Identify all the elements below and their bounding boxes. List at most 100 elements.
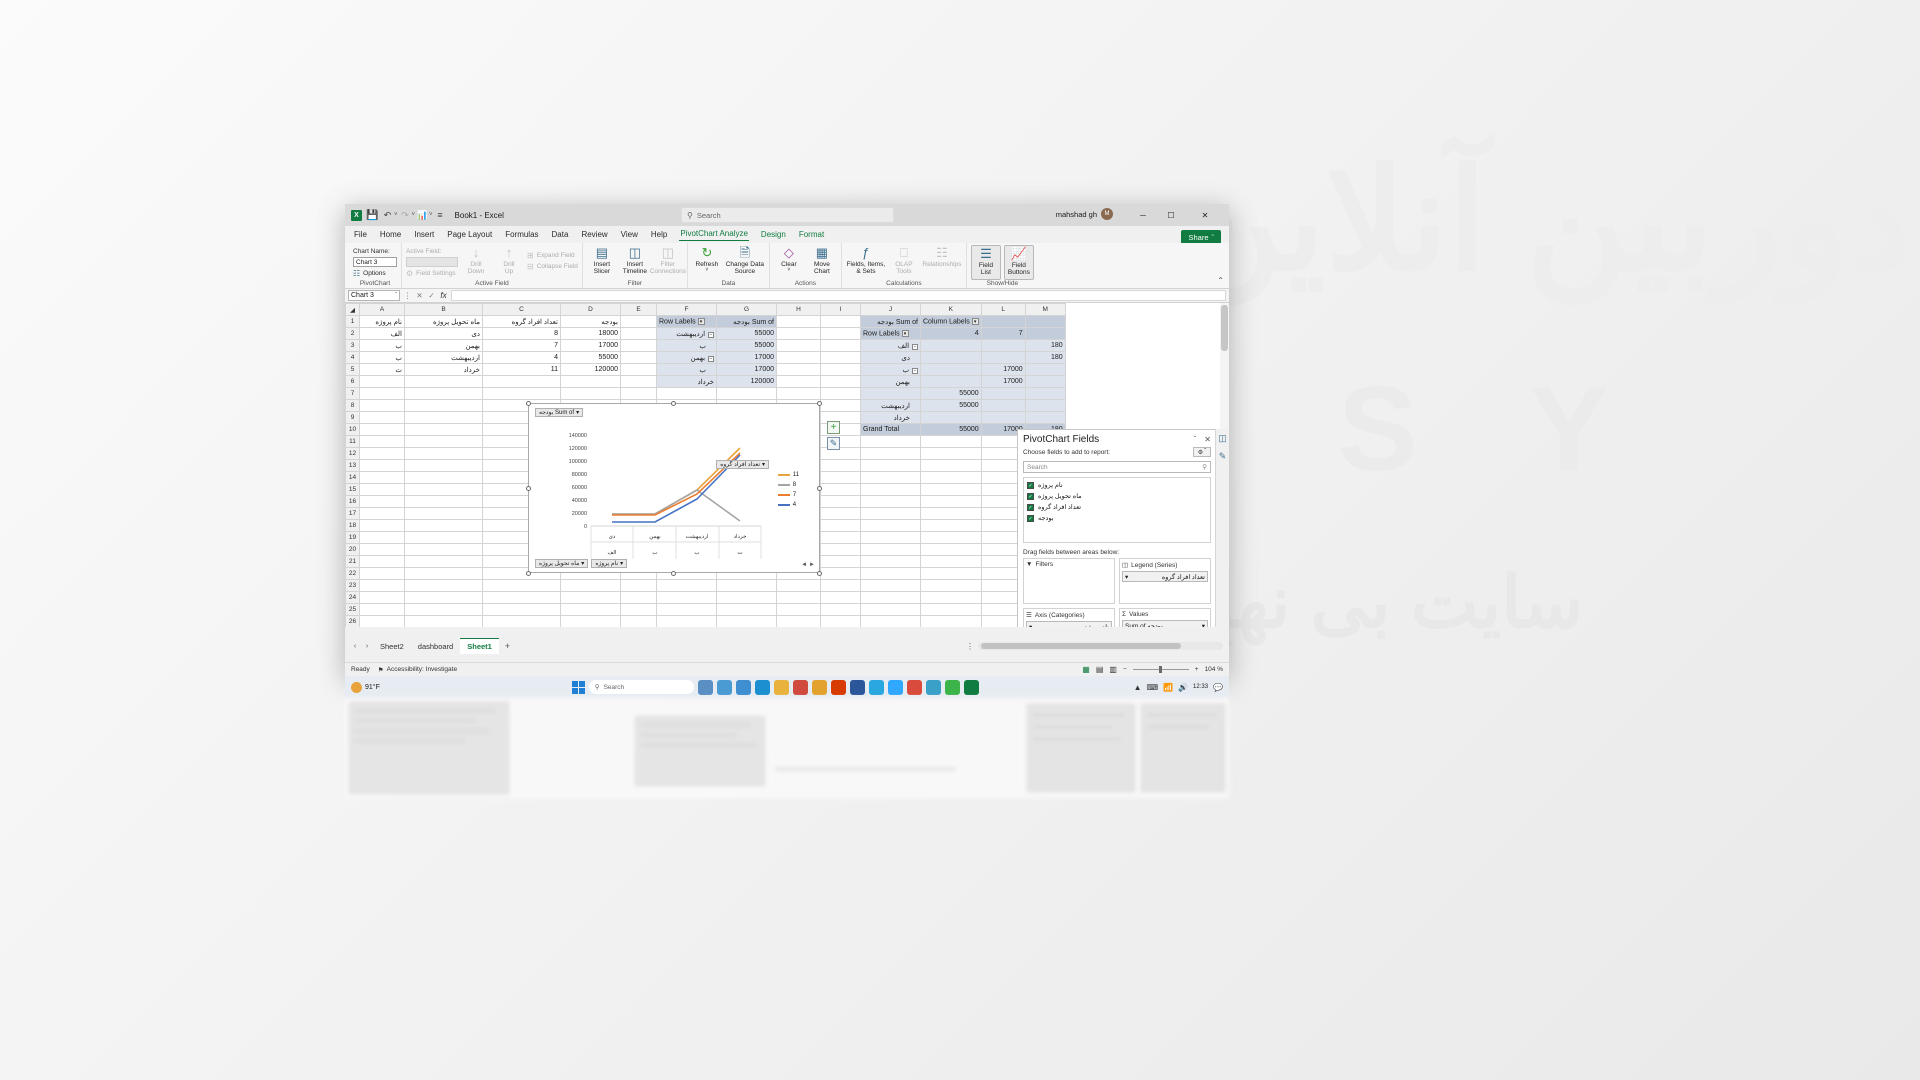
cell-I24[interactable]	[820, 591, 861, 604]
col-header-H[interactable]: H	[776, 303, 821, 316]
keyboard-icon[interactable]: ⌨	[1147, 683, 1159, 692]
chart-axis-1-caret-icon[interactable]: ▾	[581, 560, 584, 567]
chart-title-caret-icon[interactable]: ▾	[576, 409, 579, 416]
cell-A22[interactable]	[359, 567, 405, 580]
save-icon[interactable]: 💾	[365, 208, 380, 223]
cell-J18[interactable]	[860, 519, 921, 532]
cell-C2[interactable]: 8	[482, 327, 561, 340]
row-header-20[interactable]: 20	[345, 543, 360, 556]
cell-M5[interactable]	[1024, 363, 1066, 376]
resize-handle-se[interactable]	[817, 571, 822, 576]
horizontal-scrollbar-thumb[interactable]	[981, 643, 1181, 649]
cell-K7[interactable]: 55000	[920, 387, 982, 400]
field-item[interactable]: نام پروژه ✓	[1027, 481, 1207, 489]
row-header-18[interactable]: 18	[345, 519, 360, 532]
field-checkbox[interactable]: ✓	[1027, 503, 1034, 511]
cell-B24[interactable]	[404, 591, 483, 604]
cell-A8[interactable]	[359, 399, 405, 412]
pivot2-expand-icon-1[interactable]: −	[912, 343, 918, 350]
cell-B17[interactable]	[404, 507, 483, 520]
cell-E3[interactable]	[620, 339, 657, 352]
cell-M7[interactable]	[1024, 387, 1066, 400]
cell-I21[interactable]	[820, 555, 861, 568]
row-header-17[interactable]: 17	[345, 507, 360, 520]
cell-K17[interactable]	[920, 507, 982, 520]
cell-G3[interactable]: 55000	[716, 339, 777, 352]
cell-C25[interactable]	[482, 603, 561, 616]
cell-B6[interactable]	[404, 375, 483, 388]
cell-H25[interactable]	[776, 603, 821, 616]
cell-B9[interactable]	[404, 411, 483, 424]
photoshop-icon[interactable]	[887, 679, 903, 695]
cell-J24[interactable]	[860, 591, 921, 604]
minimize-button[interactable]: ─	[1129, 204, 1157, 226]
cell-K22[interactable]	[920, 567, 982, 580]
cell-E4[interactable]	[620, 351, 657, 364]
cell-J26[interactable]	[860, 615, 921, 627]
col-header-E[interactable]: E	[620, 303, 657, 316]
col-header-J[interactable]: J	[860, 303, 921, 316]
resize-handle-sw[interactable]	[526, 571, 531, 576]
maximize-button[interactable]: ☐	[1157, 204, 1185, 226]
name-box-caret-icon[interactable]: ˇ	[395, 293, 397, 299]
chevron-up-icon[interactable]: ▲	[1134, 683, 1142, 692]
row-header-3[interactable]: 3	[345, 339, 360, 352]
zone-legend-chip-caret-icon[interactable]: ▾	[1125, 573, 1128, 581]
sheet-tab-sheet1[interactable]: Sheet1	[460, 638, 499, 654]
cell-F7[interactable]	[656, 387, 717, 400]
cell-K24[interactable]	[920, 591, 982, 604]
cell-I18[interactable]	[820, 519, 861, 532]
cell-J3[interactable]: − الف	[860, 339, 921, 352]
notification-icon[interactable]: 💬	[1213, 683, 1223, 692]
folder-icon[interactable]	[811, 679, 827, 695]
cell-K19[interactable]	[920, 531, 982, 544]
cell-A7[interactable]	[359, 387, 405, 400]
redo-icon[interactable]: ↷	[398, 208, 413, 223]
vertical-scrollbar-thumb[interactable]	[1221, 305, 1228, 351]
cell-J4[interactable]: دی	[860, 351, 921, 364]
cell-B1[interactable]: ماه تحویل پروژه	[404, 315, 483, 328]
cell-L3[interactable]	[980, 339, 1026, 352]
field-item[interactable]: ماه تحویل پروژه ✓	[1027, 492, 1207, 500]
cell-F23[interactable]	[656, 579, 717, 592]
col-header-I[interactable]: I	[820, 303, 861, 316]
name-box[interactable]: Chart 3 ˇ	[348, 290, 400, 301]
cell-M1[interactable]	[1024, 315, 1066, 328]
cell-E23[interactable]	[620, 579, 657, 592]
cell-J5[interactable]: − ب	[860, 363, 921, 376]
cell-I8[interactable]	[820, 399, 861, 412]
pivot1-expand-icon-2[interactable]: −	[708, 355, 714, 362]
resize-handle-s[interactable]	[671, 571, 676, 576]
cell-G7[interactable]	[716, 387, 777, 400]
cell-K21[interactable]	[920, 555, 982, 568]
zoom-slider-thumb[interactable]	[1158, 666, 1162, 673]
cell-E1[interactable]	[620, 315, 657, 328]
windows-icon[interactable]	[571, 680, 585, 694]
cell-K1[interactable]: Column Labels ▾	[920, 315, 982, 328]
cell-G24[interactable]	[716, 591, 777, 604]
cell-B2[interactable]: دی	[404, 327, 483, 340]
cell-A11[interactable]	[359, 435, 405, 448]
add-sheet-button[interactable]: +	[499, 641, 516, 651]
cell-F25[interactable]	[656, 603, 717, 616]
row-header-2[interactable]: 2	[345, 327, 360, 340]
cell-A18[interactable]	[359, 519, 405, 532]
cell-K14[interactable]	[920, 471, 982, 484]
options-button[interactable]: ☷ Options	[353, 269, 397, 278]
cell-B4[interactable]: اردیبهشت	[404, 351, 483, 364]
cell-A9[interactable]	[359, 411, 405, 424]
cell-L8[interactable]	[980, 399, 1026, 412]
row-header-7[interactable]: 7	[345, 387, 360, 400]
avatar[interactable]: M	[1101, 208, 1113, 220]
cell-A20[interactable]	[359, 543, 405, 556]
network-icon[interactable]: 📶	[1163, 683, 1173, 692]
sheet-tab-sheet2[interactable]: Sheet2	[373, 638, 411, 654]
cell-A10[interactable]	[359, 423, 405, 436]
cell-K16[interactable]	[920, 495, 982, 508]
customize-quick-access-icon[interactable]: ≡	[433, 208, 448, 223]
tab-help[interactable]: Help	[650, 229, 668, 241]
row-header-25[interactable]: 25	[345, 603, 360, 616]
cell-I1[interactable]	[820, 315, 861, 328]
cell-K23[interactable]	[920, 579, 982, 592]
cell-A19[interactable]	[359, 531, 405, 544]
